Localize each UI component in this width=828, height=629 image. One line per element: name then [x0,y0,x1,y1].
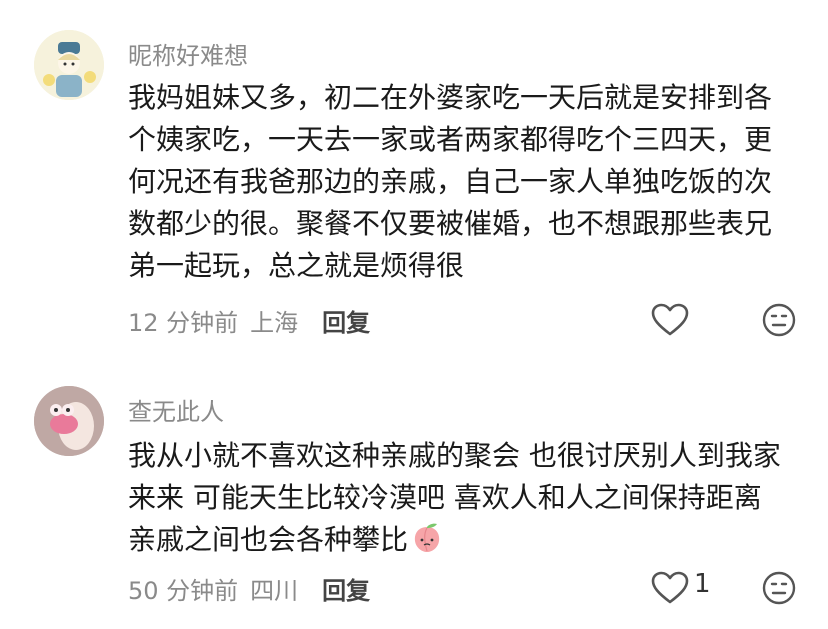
meh-face-icon [762,571,796,605]
avatar-image [34,386,104,456]
dislike-button[interactable] [762,303,796,337]
comment-location: 四川 [250,577,299,605]
reply-button[interactable]: 回复 [322,571,370,606]
like-count: 1 [694,569,711,599]
username[interactable]: 昵称好难想 [128,36,248,71]
comment-time: 50 分钟前 [128,577,239,605]
avatar[interactable] [34,386,104,456]
dislike-button[interactable] [762,571,796,605]
like-button[interactable] [650,302,690,338]
avatar[interactable] [34,30,104,100]
like-button[interactable] [650,570,690,606]
comment-text-content: 我从小就不喜欢这种亲戚的聚会 也很讨厌别人到我家来来 可能天生比较冷漠吧 喜欢人… [128,439,781,556]
comment-text: 我从小就不喜欢这种亲戚的聚会 也很讨厌别人到我家来来 可能天生比较冷漠吧 喜欢人… [128,435,793,561]
comment-text: 我妈姐妹又多，初二在外婆家吃一天后就是安排到各个姨家吃，一天去一家或者两家都得吃… [128,81,773,282]
comment-location: 上海 [250,309,299,337]
comment-time: 12 分钟前 [128,309,239,337]
peach-emoji [410,521,444,555]
reply-button[interactable]: 回复 [322,303,370,338]
meh-face-icon [762,303,796,337]
comment-meta: 12 分钟前 上海 回复 [128,303,370,338]
username[interactable]: 查无此人 [128,392,224,427]
comment-item: 查无此人 我从小就不喜欢这种亲戚的聚会 也很讨厌别人到我家来来 可能天生比较冷漠… [0,370,828,629]
heart-outline-icon [651,303,689,336]
comment-item: 昵称好难想 我妈姐妹又多，初二在外婆家吃一天后就是安排到各个姨家吃，一天去一家或… [0,0,828,360]
heart-outline-icon [651,571,689,604]
avatar-image [34,30,104,100]
comment-meta: 50 分钟前 四川 回复 [128,571,370,606]
